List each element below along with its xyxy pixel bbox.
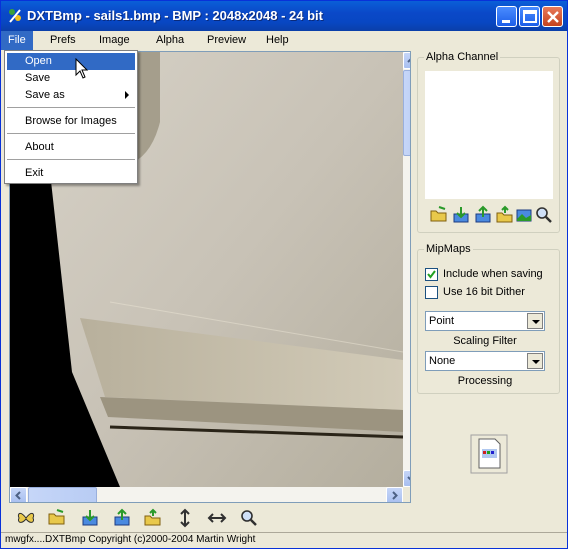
processing-value: None (429, 355, 456, 367)
scrollbar-corner (403, 487, 410, 502)
import-alpha-icon[interactable] (451, 205, 471, 225)
menu-alpha[interactable]: Alpha (149, 31, 191, 50)
menu-image[interactable]: Image (92, 31, 137, 50)
scroll-up-button[interactable] (403, 52, 410, 69)
document-preview-icon[interactable] (470, 434, 508, 474)
processing-select[interactable]: None (425, 351, 545, 371)
menu-file[interactable]: File (1, 31, 33, 50)
flip-vertical-icon[interactable] (175, 508, 195, 528)
zoom-icon[interactable] (534, 205, 554, 225)
open-folder-icon[interactable] (429, 205, 449, 225)
app-icon (9, 9, 21, 23)
maximize-icon (523, 10, 537, 23)
minimize-button[interactable] (496, 6, 517, 27)
file-menu-dropdown: Open Save Save as Browse for Images Abou… (4, 50, 138, 184)
menu-item-exit[interactable]: Exit (7, 165, 135, 182)
save-folder-icon[interactable] (495, 205, 515, 225)
menu-prefs[interactable]: Prefs (43, 31, 83, 50)
horizontal-scroll-thumb[interactable] (28, 487, 97, 502)
scroll-left-button[interactable] (10, 487, 27, 502)
menu-item-save-label: Save (25, 72, 51, 84)
menu-separator (7, 159, 135, 160)
mouse-cursor-icon (75, 58, 89, 79)
use-16bit-dither-label: Use 16 bit Dither (443, 286, 525, 298)
menu-preview[interactable]: Preview (200, 31, 253, 50)
chevron-down-icon (407, 476, 410, 481)
chevron-right-icon (392, 491, 398, 500)
menu-item-open[interactable]: Open (7, 53, 135, 70)
menu-item-save-as-label: Save as (25, 89, 65, 101)
processing-caption: Processing (457, 375, 513, 387)
butterfly-icon[interactable] (16, 508, 36, 528)
alpha-channel-title: Alpha Channel (424, 51, 501, 63)
status-text: mwgfx....DXTBmp Copyright (c)2000-2004 M… (5, 534, 256, 545)
chevron-down-icon[interactable] (527, 313, 543, 329)
menu-item-browse-label: Browse for Images (25, 115, 117, 127)
chevron-up-icon (407, 58, 410, 63)
menu-item-save[interactable]: Save (7, 70, 135, 87)
export-alpha-icon[interactable] (473, 205, 493, 225)
app-window: DXTBmp - sails1.bmp - BMP : 2048x2048 - … (0, 0, 568, 549)
import-image-icon[interactable] (80, 508, 100, 528)
menu-separator (7, 133, 135, 134)
menu-item-save-as[interactable]: Save as (7, 87, 135, 104)
menu-item-exit-label: Exit (25, 167, 44, 179)
close-icon (547, 11, 559, 23)
image-view-icon[interactable] (515, 205, 535, 225)
chevron-left-icon (15, 491, 21, 500)
alpha-channel-preview[interactable] (425, 71, 553, 199)
vertical-scrollbar[interactable] (403, 52, 410, 487)
menu-item-browse[interactable]: Browse for Images (7, 113, 135, 130)
menu-item-about[interactable]: About (7, 139, 135, 156)
scaling-filter-select[interactable]: Point (425, 311, 545, 331)
checkmark-icon (427, 270, 436, 279)
include-when-saving-checkbox[interactable] (425, 268, 438, 281)
menu-item-about-label: About (25, 141, 54, 153)
scaling-filter-value: Point (429, 315, 455, 327)
close-button[interactable] (542, 6, 563, 27)
menu-separator (7, 107, 135, 108)
menu-item-open-label: Open (25, 55, 52, 67)
mipmaps-title: MipMaps (424, 243, 473, 255)
submenu-arrow-icon (125, 91, 129, 99)
scroll-down-button[interactable] (403, 470, 410, 487)
open-image-icon[interactable] (47, 508, 67, 528)
scroll-right-button[interactable] (386, 487, 403, 502)
include-when-saving-label: Include when saving (443, 268, 543, 280)
status-bar: mwgfx....DXTBmp Copyright (c)2000-2004 M… (1, 532, 567, 548)
save-image-icon[interactable] (143, 508, 163, 528)
title-bar[interactable]: DXTBmp - sails1.bmp - BMP : 2048x2048 - … (1, 1, 567, 31)
horizontal-scrollbar[interactable] (10, 487, 403, 502)
menu-help[interactable]: Help (259, 31, 296, 50)
vertical-scroll-thumb[interactable] (403, 70, 410, 156)
export-image-icon[interactable] (112, 508, 132, 528)
chevron-down-icon[interactable] (527, 353, 543, 369)
use-16bit-dither-checkbox[interactable] (425, 286, 438, 299)
scaling-filter-caption: Scaling Filter (453, 335, 517, 347)
menu-bar: File Prefs Image Alpha Preview Help (1, 31, 567, 50)
zoom-image-icon[interactable] (239, 508, 259, 528)
minimize-icon (502, 20, 510, 23)
maximize-button[interactable] (519, 6, 540, 27)
window-title: DXTBmp - sails1.bmp - BMP : 2048x2048 - … (27, 8, 323, 23)
flip-horizontal-icon[interactable] (207, 508, 227, 528)
